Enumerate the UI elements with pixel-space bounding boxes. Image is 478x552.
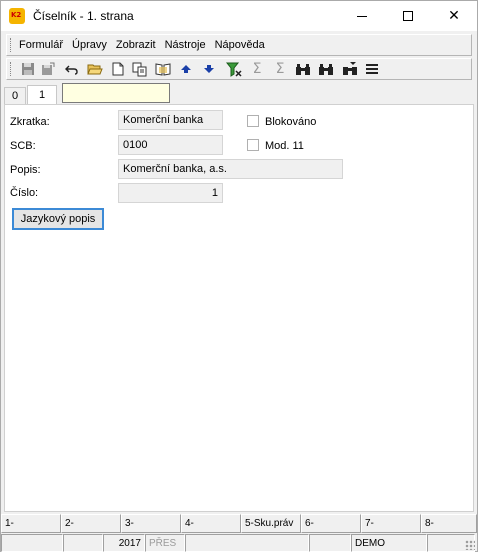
menu-nastroje[interactable]: Nástroje <box>165 39 206 51</box>
fkey-5[interactable]: 5-Sku.práv <box>241 514 301 533</box>
status-cell-empty-4 <box>309 534 351 552</box>
k2-app-icon <box>9 8 25 24</box>
tab-strip: 0 1 <box>4 83 474 104</box>
filter-icon[interactable] <box>225 61 243 77</box>
scb-field[interactable]: 0100 <box>118 135 223 155</box>
save-as-icon[interactable] <box>39 61 57 77</box>
sum-icon[interactable]: Σ <box>248 61 266 77</box>
cislo-field[interactable]: 1 <box>118 183 223 203</box>
status-cell-empty-2 <box>63 534 103 552</box>
function-key-bar: 1- 2- 3- 4- 5-Sku.práv 6- 7- 8- <box>1 514 477 533</box>
arrow-up-icon[interactable] <box>177 61 195 77</box>
minimize-button[interactable] <box>339 1 385 31</box>
arrow-down-icon[interactable] <box>200 61 218 77</box>
scb-label: SCB: <box>10 140 36 152</box>
sum-alt-icon[interactable]: Σ <box>271 61 289 77</box>
status-cell-empty-3 <box>185 534 309 552</box>
menu-bar: Formulář Úpravy Zobrazit Nástroje Nápově… <box>6 34 472 56</box>
binoculars-filter-icon[interactable] <box>341 61 359 77</box>
menu-upravy[interactable]: Úpravy <box>72 39 107 51</box>
open-folder-icon[interactable] <box>86 61 104 77</box>
popis-label: Popis: <box>10 164 41 176</box>
fkey-7[interactable]: 7- <box>361 514 421 533</box>
fkey-2[interactable]: 2- <box>61 514 121 533</box>
mod11-checkbox[interactable] <box>247 139 259 151</box>
zkratka-field[interactable]: Komerční banka <box>118 110 223 130</box>
maximize-button[interactable] <box>385 1 431 31</box>
app-window: Číselník - 1. strana ✕ Formulář Úpravy Z… <box>0 0 478 552</box>
new-document-icon[interactable] <box>109 61 127 77</box>
fkey-1[interactable]: 1- <box>1 514 61 533</box>
fkey-3[interactable]: 3- <box>121 514 181 533</box>
menu-napoveda[interactable]: Nápověda <box>215 39 265 51</box>
save-icon[interactable] <box>19 61 37 77</box>
status-mode: PŘES <box>145 534 185 552</box>
list-icon[interactable] <box>363 61 381 77</box>
toolbar: Σ Σ <box>6 58 472 80</box>
copy-icon[interactable] <box>131 61 149 77</box>
form-panel: Zkratka: Komerční banka Blokováno SCB: 0… <box>4 104 474 512</box>
resize-grip-icon[interactable] <box>465 540 475 550</box>
cislo-label: Číslo: <box>10 187 39 199</box>
language-description-button[interactable]: Jazykový popis <box>12 208 104 230</box>
window-title: Číselník - 1. strana <box>33 9 134 23</box>
menu-formular[interactable]: Formulář <box>19 39 63 51</box>
fkey-4[interactable]: 4- <box>181 514 241 533</box>
binoculars-icon[interactable] <box>294 61 312 77</box>
status-db: DEMO <box>351 534 427 552</box>
tab-search-input[interactable] <box>62 83 170 103</box>
book-icon[interactable] <box>154 61 172 77</box>
tab-0[interactable]: 0 <box>4 87 26 104</box>
blokovano-checkbox[interactable] <box>247 115 259 127</box>
status-cell-empty-1 <box>1 534 63 552</box>
menu-zobrazit[interactable]: Zobrazit <box>116 39 156 51</box>
tab-1[interactable]: 1 <box>27 85 57 104</box>
fkey-8[interactable]: 8- <box>421 514 477 533</box>
title-bar: Číselník - 1. strana ✕ <box>1 1 477 31</box>
fkey-6[interactable]: 6- <box>301 514 361 533</box>
zkratka-label: Zkratka: <box>10 116 50 128</box>
blokovano-label: Blokováno <box>265 116 317 128</box>
popis-field[interactable]: Komerční banka, a.s. <box>118 159 343 179</box>
close-button[interactable]: ✕ <box>431 1 477 31</box>
status-bar: 2017 PŘES DEMO <box>1 534 477 552</box>
binoculars-next-icon[interactable] <box>317 61 335 77</box>
undo-icon[interactable] <box>63 61 81 77</box>
status-year: 2017 <box>103 534 145 552</box>
maximize-icon <box>403 11 413 21</box>
minimize-icon <box>357 15 367 17</box>
mod11-label: Mod. 11 <box>265 140 304 152</box>
close-icon: ✕ <box>448 8 460 24</box>
